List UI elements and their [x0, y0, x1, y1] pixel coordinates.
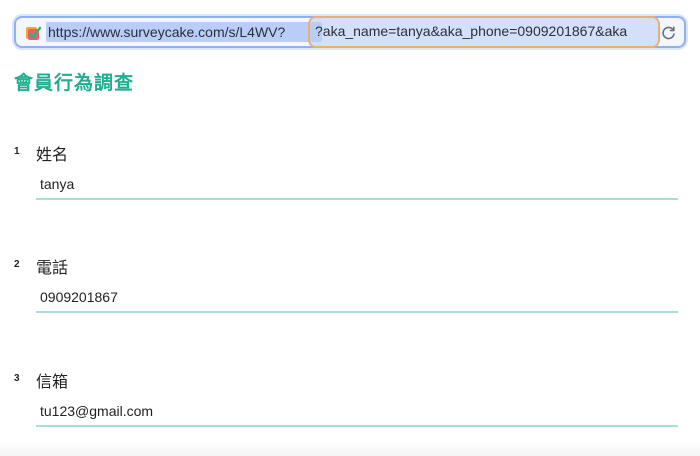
survey-favicon-icon	[26, 26, 42, 40]
email-input[interactable]	[36, 401, 678, 427]
url-selected-text[interactable]: https://www.surveycake.com/s/L4WV?	[46, 22, 322, 42]
question-number: 3	[14, 373, 20, 384]
url-prefix: https://www.surveycake.com/s/L4WV?	[48, 24, 286, 40]
phone-input[interactable]	[36, 287, 678, 313]
survey-title: 會員行為調查	[14, 72, 135, 94]
question-number: 2	[14, 259, 20, 270]
question-label: 姓名	[36, 145, 69, 164]
question-label: 信箱	[36, 372, 69, 391]
name-input[interactable]	[36, 174, 678, 200]
reload-icon[interactable]	[660, 24, 678, 42]
address-bar[interactable]: https://www.surveycake.com/s/L4WV? ?aka_…	[14, 16, 686, 48]
url-query-highlight[interactable]: ?aka_name=tanya&aka_phone=0909201867&aka	[308, 16, 660, 48]
question-label: 電話	[36, 258, 69, 277]
survey-page: https://www.surveycake.com/s/L4WV? ?aka_…	[0, 0, 700, 456]
url-params: ?aka_name=tanya&aka_phone=0909201867&aka	[315, 23, 628, 39]
bottom-divider	[0, 442, 700, 456]
question-number: 1	[14, 146, 20, 157]
